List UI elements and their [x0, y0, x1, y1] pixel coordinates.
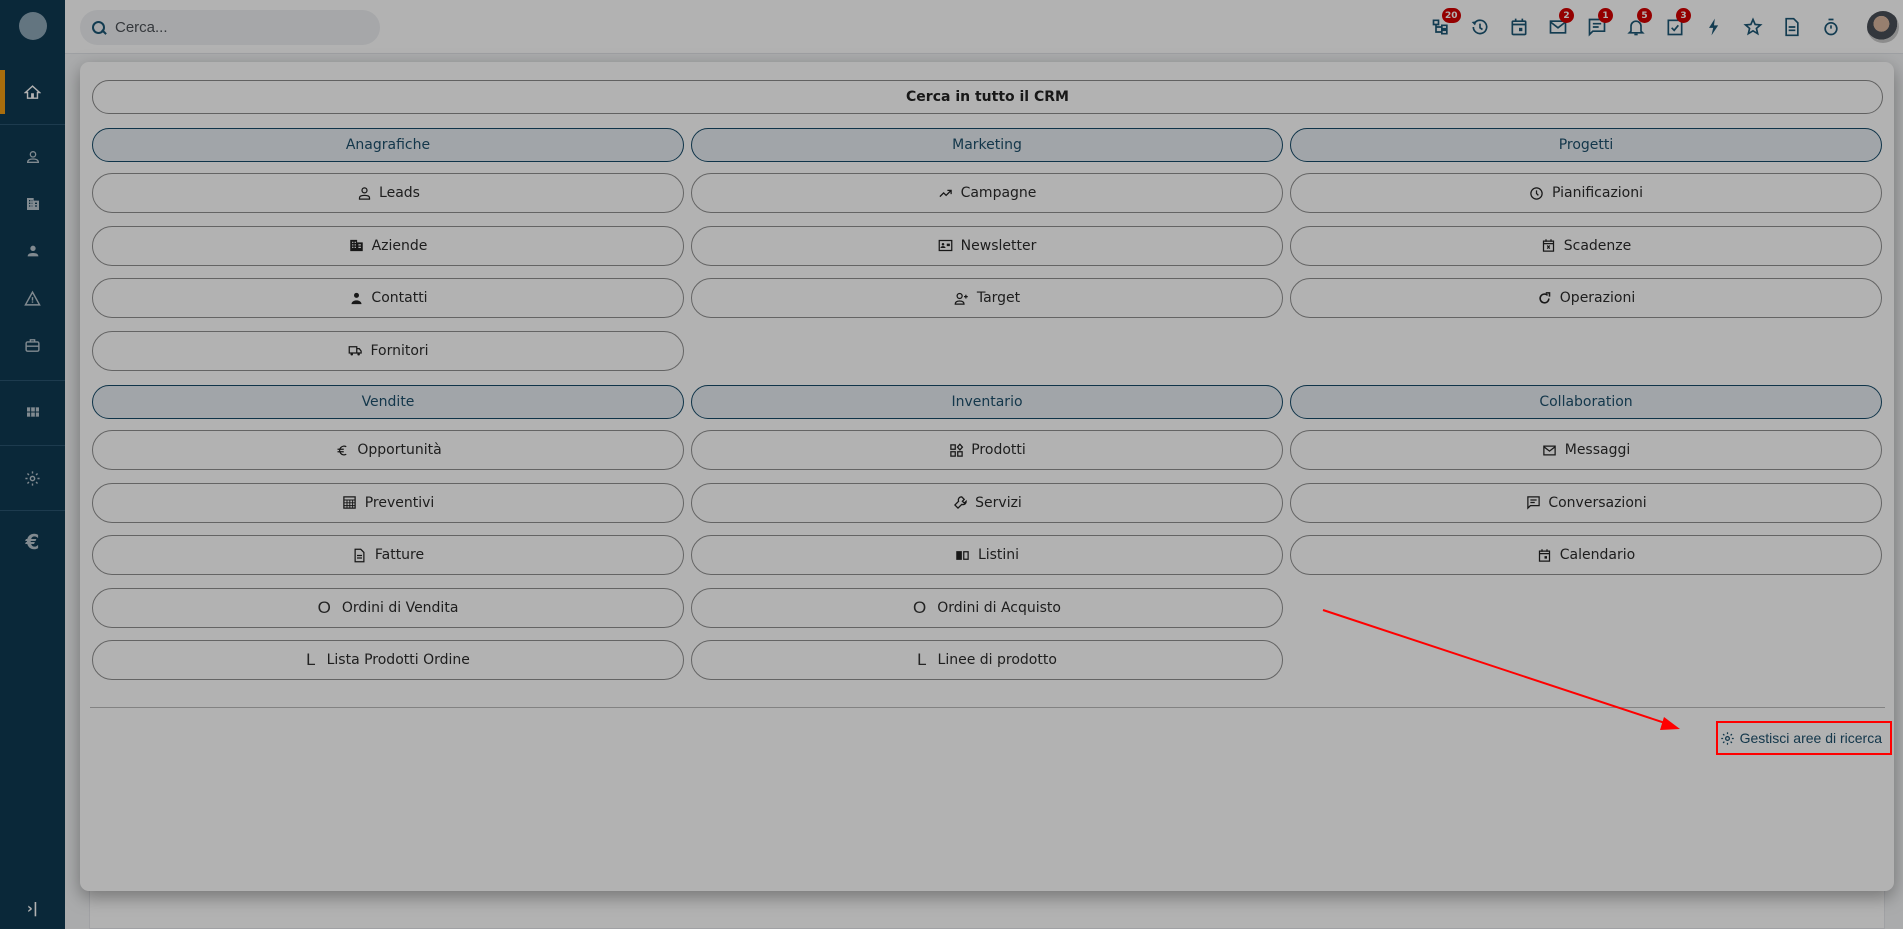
trending-up-icon: [938, 185, 954, 201]
search-area-label: Pianificazioni: [1551, 185, 1644, 201]
letter-icon: O: [912, 597, 927, 617]
search-area-label: Leads: [379, 185, 420, 201]
search-area-scadenze[interactable]: Scadenze: [1290, 225, 1882, 266]
search-area-newsletter[interactable]: Newsletter: [691, 225, 1283, 266]
search-area-servizi[interactable]: Servizi: [691, 482, 1283, 523]
search-area-label: Fornitori: [370, 342, 429, 359]
search-area-label: Preventivi: [364, 494, 435, 511]
search-area-fatture[interactable]: Fatture: [92, 535, 684, 575]
search-area-label: Servizi: [975, 494, 1022, 511]
search-area-operazioni[interactable]: Operazioni: [1290, 278, 1882, 318]
search-area-label: Conversazioni: [1548, 494, 1647, 511]
search-area-ordini-di-vendita[interactable]: O Ordini di Vendita: [92, 587, 684, 628]
category-anagrafiche[interactable]: Anagrafiche: [92, 128, 684, 162]
id-card-icon: [938, 238, 954, 254]
book-icon: [955, 547, 971, 563]
search-area-label: Newsletter: [960, 237, 1037, 254]
calendar-x-icon: [1541, 238, 1557, 254]
search-area-label: Aziende: [371, 237, 428, 254]
person-icon: [348, 290, 364, 306]
search-area-label: Calendario: [1559, 547, 1636, 563]
panel-divider: [90, 707, 1885, 708]
chat-icon: [1525, 495, 1541, 511]
search-area-label: Campagne: [960, 185, 1037, 201]
search-area-messaggi[interactable]: Messaggi: [1290, 430, 1882, 470]
search-area-leads[interactable]: Leads: [92, 173, 684, 213]
refresh-icon: [1537, 290, 1553, 306]
wrench-icon: [952, 495, 968, 511]
search-area-label: Lista Prodotti Ordine: [326, 652, 470, 668]
search-area-label: Linee di prodotto: [937, 652, 1057, 668]
search-area-listini[interactable]: Listini: [691, 535, 1283, 575]
search-area-prodotti[interactable]: Prodotti: [691, 430, 1283, 470]
letter-icon: L: [306, 650, 316, 669]
category-collaboration[interactable]: Collaboration: [1290, 385, 1882, 419]
mail-icon: [1542, 442, 1558, 458]
global-search-panel: Cerca in tutto il CRM Anagrafiche Leads Az…: [80, 62, 1894, 891]
calculator-icon: [342, 495, 358, 511]
search-area-contatti[interactable]: Contatti: [92, 278, 684, 318]
document-icon: [352, 547, 368, 563]
truck-icon: [347, 343, 363, 359]
letter-icon: O: [317, 597, 331, 617]
search-area-pianificazioni[interactable]: Pianificazioni: [1290, 173, 1882, 213]
search-area-campagne[interactable]: Campagne: [691, 173, 1283, 213]
euro-icon: [334, 442, 350, 458]
search-area-label: Messaggi: [1564, 442, 1631, 458]
category-inventario[interactable]: Inventario: [691, 385, 1283, 419]
category-vendite[interactable]: Vendite: [92, 385, 684, 419]
search-area-label: Prodotti: [971, 442, 1026, 458]
search-area-fornitori[interactable]: Fornitori: [92, 330, 684, 371]
search-area-calendario[interactable]: Calendario: [1290, 535, 1882, 575]
search-area-linee-di-prodotto[interactable]: L Linee di prodotto: [691, 640, 1283, 680]
widgets-icon: [948, 442, 964, 458]
search-area-label: Opportunità: [357, 442, 442, 458]
search-area-conversazioni[interactable]: Conversazioni: [1290, 482, 1882, 523]
building-icon: [349, 238, 365, 254]
search-area-label: Listini: [977, 547, 1020, 563]
search-area-label: Fatture: [374, 547, 425, 563]
person-add-icon: [954, 290, 970, 306]
search-area-label: Contatti: [371, 290, 428, 306]
search-area-opportunit[interactable]: Opportunità: [92, 430, 684, 470]
search-area-label: Scadenze: [1563, 237, 1632, 254]
search-area-label: Operazioni: [1559, 290, 1636, 306]
search-area-target[interactable]: Target: [691, 278, 1283, 318]
search-area-aziende[interactable]: Aziende: [92, 225, 684, 266]
clock-icon: [1529, 185, 1545, 201]
search-area-label: Ordini di Vendita: [341, 599, 459, 616]
annotation-highlight-box: [1716, 721, 1892, 755]
search-all-crm-button[interactable]: Cerca in tutto il CRM: [92, 80, 1883, 114]
person-outline-icon: [356, 185, 372, 201]
letter-icon: L: [917, 650, 927, 669]
search-area-ordini-di-acquisto[interactable]: O Ordini di Acquisto: [691, 587, 1283, 628]
search-area-preventivi[interactable]: Preventivi: [92, 482, 684, 523]
search-area-label: Target: [976, 290, 1021, 306]
search-area-label: Ordini di Acquisto: [937, 599, 1061, 616]
category-marketing[interactable]: Marketing: [691, 128, 1283, 162]
calendar-icon: [1537, 547, 1553, 563]
category-progetti[interactable]: Progetti: [1290, 128, 1882, 162]
search-area-lista-prodotti-ordine[interactable]: L Lista Prodotti Ordine: [92, 640, 684, 680]
